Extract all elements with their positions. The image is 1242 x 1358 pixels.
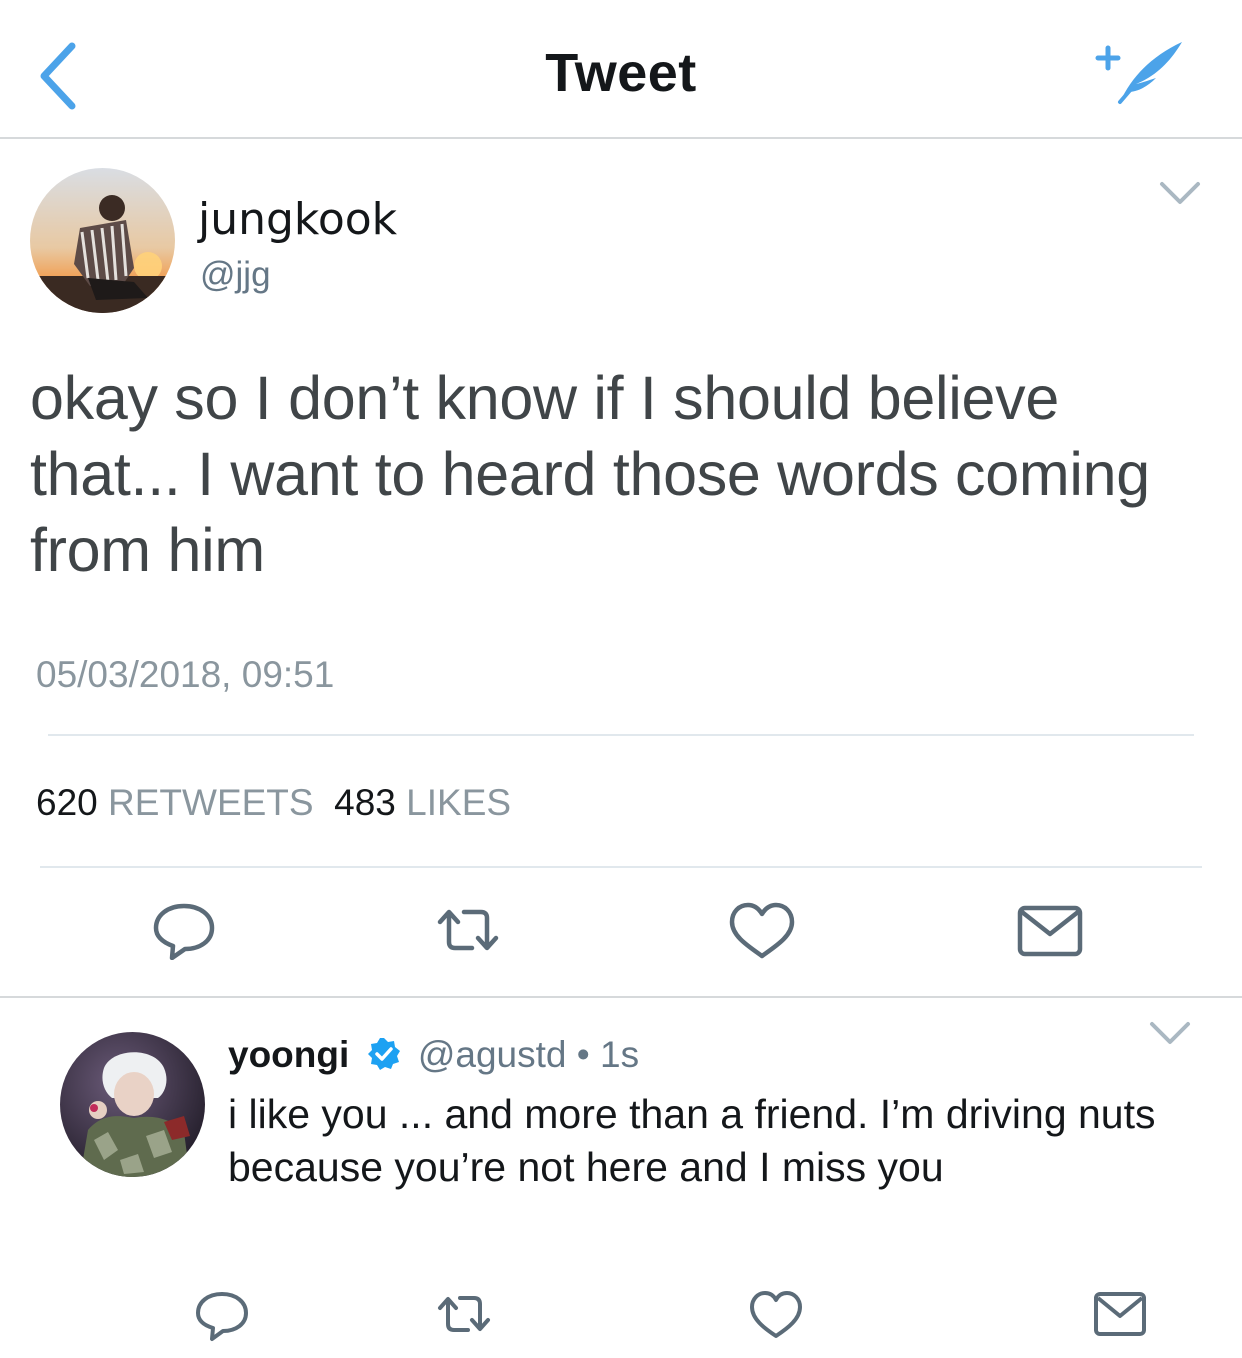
reply-icon [196, 1292, 248, 1341]
reply-time: 1s [600, 1034, 640, 1075]
compose-tweet-button[interactable] [1092, 32, 1192, 112]
retweets-count: 620 [36, 782, 98, 823]
reply-reply-button[interactable] [186, 1284, 258, 1344]
reply-author-handle[interactable]: @agustd [418, 1034, 567, 1075]
likes-stat[interactable]: 483 LIKES [334, 782, 511, 823]
retweet-button[interactable] [432, 900, 504, 960]
like-icon [750, 1291, 802, 1338]
tweet-stats: 620 RETWEETS 483 LIKES [36, 782, 511, 824]
verified-badge-icon [366, 1036, 402, 1072]
retweets-stat[interactable]: 620 RETWEETS [36, 782, 314, 823]
chevron-down-icon [1160, 182, 1200, 204]
likes-label: LIKES [406, 782, 512, 823]
reply-button[interactable] [148, 900, 220, 961]
page-title: Tweet [545, 43, 697, 103]
reply-header: yoongi @agustd • 1s [228, 1034, 639, 1076]
divider [48, 734, 1194, 736]
reply-author-name[interactable]: yoongi [228, 1034, 349, 1075]
more-options-button[interactable] [1158, 178, 1202, 208]
reply-text: i like you ... and more than a friend. I… [228, 1091, 1156, 1190]
direct-message-icon [1094, 1292, 1146, 1336]
retweet-icon [438, 1296, 490, 1332]
chevron-down-icon [1150, 1022, 1190, 1044]
author-handle[interactable]: @jjg [200, 255, 271, 295]
likes-count: 483 [334, 782, 396, 823]
direct-message-button[interactable] [1014, 900, 1086, 960]
divider [40, 866, 1202, 868]
avatar[interactable] [30, 168, 175, 313]
direct-message-icon [1017, 905, 1083, 957]
reply-more-options-button[interactable] [1148, 1018, 1192, 1048]
reply-direct-message-button[interactable] [1084, 1284, 1156, 1344]
avatar[interactable] [60, 1032, 205, 1177]
retweet-icon [437, 909, 499, 951]
like-icon [729, 902, 795, 959]
reply-icon [153, 903, 215, 961]
tweet-timestamp: 05/03/2018, 09:51 [36, 654, 335, 695]
divider [0, 996, 1242, 998]
header-divider [0, 137, 1242, 139]
compose-tweet-icon [1095, 42, 1182, 104]
reply-retweet-button[interactable] [428, 1284, 500, 1344]
reply-separator: • [576, 1034, 590, 1075]
tweet-text: okay so I don’t know if I should believe… [30, 364, 1150, 584]
reply-like-button[interactable] [740, 1284, 812, 1344]
like-button[interactable] [726, 900, 798, 960]
author-name[interactable]: jungkook [198, 194, 397, 245]
retweets-label: RETWEETS [108, 782, 314, 823]
